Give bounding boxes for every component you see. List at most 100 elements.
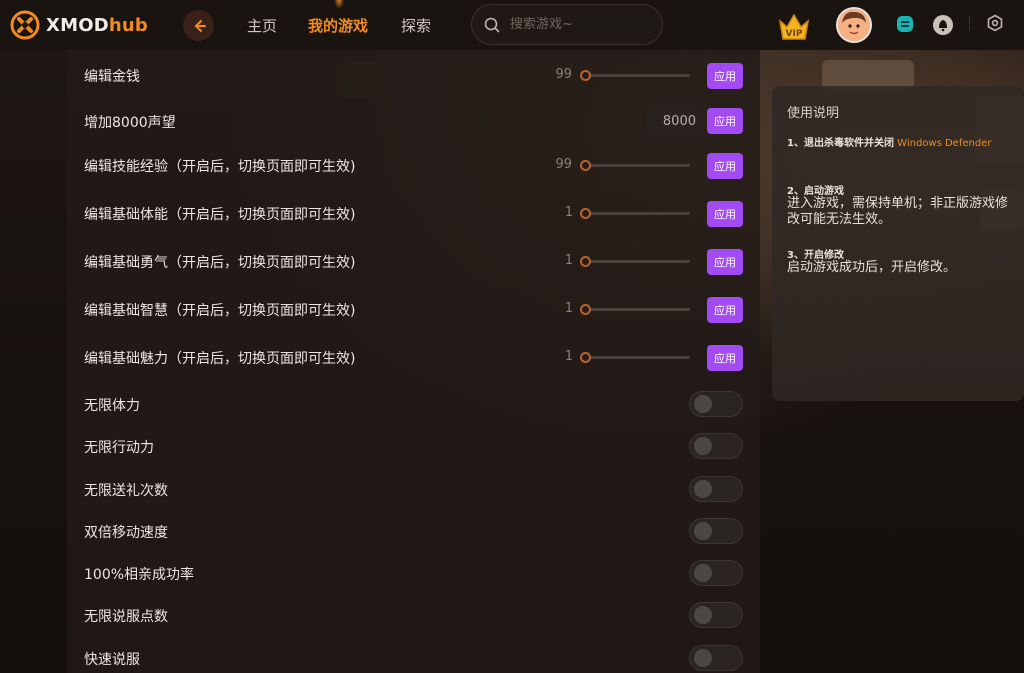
- dating-success-toggle[interactable]: [689, 560, 743, 586]
- cheat-row-quick-persuade: 快速说服: [67, 645, 760, 671]
- step1-highlight: Windows Defender: [897, 138, 992, 149]
- vip-label: VIP: [786, 29, 803, 39]
- cheat-label: 双倍移动速度: [84, 525, 168, 541]
- skill-exp-slider[interactable]: [580, 160, 690, 171]
- cheat-label: 编辑基础智慧（开启后，切换页面即可生效): [84, 303, 356, 319]
- bell-icon[interactable]: [932, 14, 954, 36]
- reputation-input[interactable]: [647, 108, 702, 134]
- step1-block: 1、退出杀毒软件并关闭 Windows Defender: [787, 136, 1015, 151]
- double-speed-toggle[interactable]: [689, 518, 743, 544]
- slider-thumb[interactable]: [580, 304, 591, 315]
- toggle-knob: [694, 480, 712, 498]
- slider-value: 1: [564, 205, 573, 220]
- nav-home[interactable]: 主页: [247, 15, 277, 36]
- infinite-stamina-toggle[interactable]: [689, 391, 743, 417]
- search-box[interactable]: [471, 4, 663, 45]
- infinite-persuade-toggle[interactable]: [689, 602, 743, 628]
- wisdom-slider[interactable]: [580, 304, 690, 315]
- courage-slider[interactable]: [580, 256, 690, 267]
- cheat-label: 编辑技能经验（开启后，切换页面即可生效): [84, 159, 356, 175]
- slider-value: 1: [564, 349, 573, 364]
- cheat-row-infinite-persuade: 无限说服点数: [67, 602, 760, 628]
- settings-icon[interactable]: [986, 14, 1004, 32]
- stamina-slider[interactable]: [580, 208, 690, 219]
- cheat-row-reputation: 增加8000声望 应用: [67, 108, 760, 134]
- apply-button[interactable]: 应用: [707, 297, 743, 323]
- apply-button[interactable]: 应用: [707, 108, 743, 134]
- slider-thumb[interactable]: [580, 208, 591, 219]
- toggle-knob: [694, 437, 712, 455]
- chat-icon[interactable]: [895, 14, 915, 34]
- slider-thumb[interactable]: [580, 352, 591, 363]
- step3-title: 3、开启修改: [787, 250, 844, 261]
- nav-active-indicator: [334, 0, 344, 9]
- logo-text-main: XMOD: [46, 14, 109, 36]
- cheat-label: 无限行动力: [84, 440, 154, 456]
- logo-text-accent: hub: [108, 14, 148, 36]
- vip-crown-icon[interactable]: VIP: [776, 9, 812, 43]
- cheat-row-money: 编辑金钱 99 应用: [67, 63, 760, 89]
- toggle-knob: [694, 395, 712, 413]
- nav-my-games[interactable]: 我的游戏: [308, 15, 368, 36]
- search-icon: [484, 17, 500, 32]
- slider-thumb[interactable]: [580, 256, 591, 267]
- step2-title: 2、启动游戏: [787, 186, 844, 197]
- toggle-knob: [694, 522, 712, 540]
- top-bar: XMODhub 主页 我的游戏 探索 VIP: [0, 0, 1024, 50]
- cheat-row-charm: 编辑基础魅力（开启后，切换页面即可生效) 1 应用: [67, 345, 760, 371]
- cheat-label: 编辑基础勇气（开启后，切换页面即可生效): [84, 255, 356, 271]
- cheat-label: 无限送礼次数: [84, 483, 168, 499]
- cheat-label: 无限说服点数: [84, 609, 168, 625]
- toolbar-divider: [969, 16, 970, 31]
- cheat-row-infinite-action: 无限行动力: [67, 433, 760, 459]
- quick-persuade-toggle[interactable]: [689, 645, 743, 671]
- cheat-list-panel: 编辑金钱 99 应用 增加8000声望 应用 编辑技能经验（开启后，切换页面即可…: [67, 50, 760, 673]
- apply-button[interactable]: 应用: [707, 345, 743, 371]
- cheat-label: 增加8000声望: [84, 115, 176, 131]
- slider-value: 1: [564, 301, 573, 316]
- cheat-row-skill-exp: 编辑技能经验（开启后，切换页面即可生效) 99 应用: [67, 153, 760, 179]
- apply-button[interactable]: 应用: [707, 153, 743, 179]
- cheat-row-wisdom: 编辑基础智慧（开启后，切换页面即可生效) 1 应用: [67, 297, 760, 323]
- slider-value: 1: [564, 253, 573, 268]
- back-button[interactable]: [183, 10, 214, 41]
- search-input[interactable]: [508, 16, 648, 33]
- cheat-row-infinite-stamina: 无限体力: [67, 391, 760, 417]
- toggle-knob: [694, 649, 712, 667]
- cheat-row-double-speed: 双倍移动速度: [67, 518, 760, 544]
- avatar[interactable]: [836, 7, 872, 43]
- cheat-row-dating-success: 100%相亲成功率: [67, 560, 760, 586]
- slider-value: 99: [555, 157, 572, 172]
- money-slider[interactable]: [580, 70, 690, 81]
- cheat-label: 编辑基础体能（开启后，切换页面即可生效): [84, 207, 356, 223]
- nav-explore[interactable]: 探索: [401, 15, 431, 36]
- slider-value: 99: [555, 67, 572, 82]
- app-logo[interactable]: XMODhub: [10, 10, 148, 40]
- cheat-label: 无限体力: [84, 398, 140, 414]
- slider-thumb[interactable]: [580, 160, 591, 171]
- cheat-label: 快速说服: [84, 652, 140, 668]
- logo-icon: [10, 10, 40, 40]
- slider-thumb[interactable]: [580, 70, 591, 81]
- apply-button[interactable]: 应用: [707, 63, 743, 89]
- cheat-label: 编辑基础魅力（开启后，切换页面即可生效): [84, 351, 356, 367]
- step1-title: 1、退出杀毒软件并关闭: [787, 138, 894, 149]
- cheat-label: 100%相亲成功率: [84, 567, 195, 583]
- logo-text: XMODhub: [46, 15, 148, 36]
- avatar-face-icon: [838, 9, 870, 41]
- infinite-gifts-toggle[interactable]: [689, 476, 743, 502]
- charm-slider[interactable]: [580, 352, 690, 363]
- toggle-knob: [694, 564, 712, 582]
- cheat-row-stamina: 编辑基础体能（开启后，切换页面即可生效) 1 应用: [67, 201, 760, 227]
- instructions-panel: 使用说明 1、退出杀毒软件并关闭 Windows Defender 2、启动游戏…: [772, 86, 1024, 401]
- instructions-title: 使用说明: [787, 106, 840, 121]
- apply-button[interactable]: 应用: [707, 249, 743, 275]
- toggle-knob: [694, 606, 712, 624]
- cheat-row-infinite-gifts: 无限送礼次数: [67, 476, 760, 502]
- cheat-label: 编辑金钱: [84, 69, 140, 85]
- back-arrow-icon: [194, 19, 206, 32]
- infinite-action-toggle[interactable]: [689, 433, 743, 459]
- step2-body: 进入游戏，需保持单机；非正版游戏修改可能无法生效。: [787, 196, 1009, 227]
- apply-button[interactable]: 应用: [707, 201, 743, 227]
- step3-body: 启动游戏成功后，开启修改。: [787, 260, 957, 275]
